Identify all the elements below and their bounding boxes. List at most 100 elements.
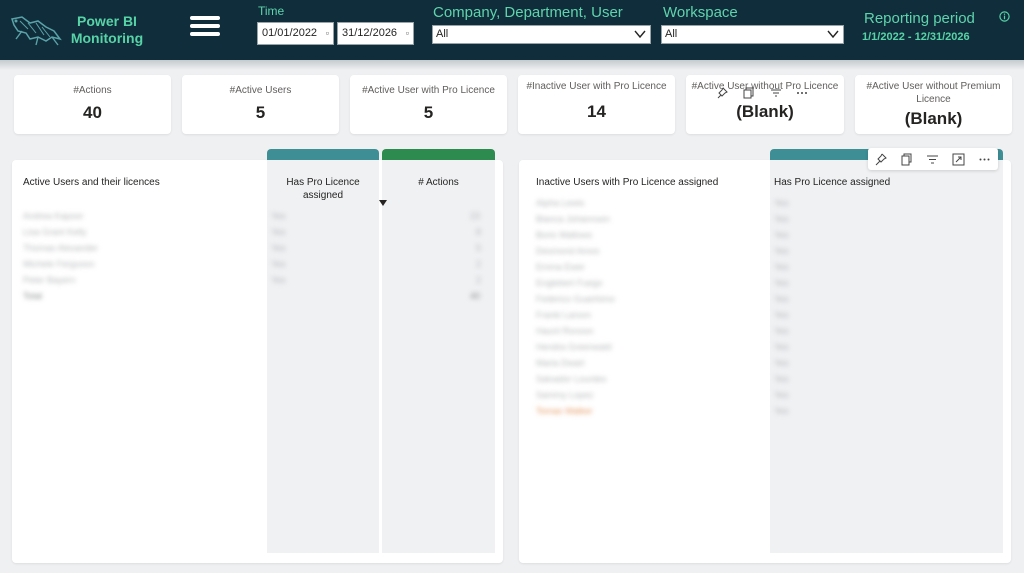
active-users-table[interactable]: Active Users and their licences Has Pro … xyxy=(12,149,503,563)
company-slicer-label: Company, Department, User xyxy=(433,4,623,21)
kpi-title: #Active User with Pro Licence xyxy=(362,85,495,96)
reporting-period-label: Reporting period xyxy=(864,10,975,27)
actions-header[interactable]: # Actions xyxy=(382,176,495,189)
kpi-card-active-without-pro[interactable]: #Active User without Pro Licence (Blank) xyxy=(686,75,844,134)
pro-licence-cell: Yes xyxy=(774,294,789,304)
inactive-users-header[interactable]: Inactive Users with Pro Licence assigned xyxy=(536,176,718,189)
kpi-card-active-pro[interactable]: #Active User with Pro Licence 5 xyxy=(350,75,507,134)
date-from-value: 01/01/2022 xyxy=(262,27,318,39)
more-options-icon[interactable] xyxy=(978,153,991,166)
visual-header-toolbar xyxy=(868,148,998,170)
brand-title: Power BI Monitoring xyxy=(68,13,146,47)
workspace-dropdown[interactable]: All xyxy=(661,25,844,44)
actions-cell: 2 xyxy=(476,259,482,269)
kpi-card-inactive-pro[interactable]: #Inactive User with Pro Licence 14 xyxy=(518,75,675,134)
sort-desc-icon[interactable] xyxy=(379,200,387,206)
user-name-cell: Andrea Kapoor xyxy=(23,211,84,221)
kpi-card-active-without-premium[interactable]: #Active User without Premium Licence (Bl… xyxy=(855,75,1012,134)
user-name-cell: Lisa Grant Kelly xyxy=(23,227,87,237)
pro-licence-cell: Yes xyxy=(271,211,286,221)
visual-header-overlay xyxy=(686,83,844,99)
pro-licence-cell: Yes xyxy=(774,358,789,368)
actions-cell: 23 xyxy=(470,211,481,221)
kpi-title: #Actions xyxy=(73,85,112,96)
calendar-icon[interactable]: ▫ xyxy=(406,28,409,38)
pin-icon[interactable] xyxy=(874,153,887,166)
user-name-cell: Tomas Walker xyxy=(536,406,593,416)
user-name-cell: Michele Ferguson xyxy=(23,259,95,269)
report-canvas: Power BI Monitoring Time 01/01/2022 ▫ 31… xyxy=(0,0,1024,573)
pro-licence-cell: Yes xyxy=(271,259,286,269)
kpi-value: 40 xyxy=(83,103,102,122)
kpi-card-active-users[interactable]: #Active Users 5 xyxy=(182,75,339,134)
user-name-cell: Franki Larson xyxy=(536,310,592,320)
pro-licence-cell: Yes xyxy=(271,243,286,253)
total-actions-cell: 40 xyxy=(470,291,481,301)
pro-licence-column xyxy=(770,160,1003,553)
pro-licence-cell: Yes xyxy=(774,390,789,400)
user-name-cell: Maria Dwart xyxy=(536,358,585,368)
user-name-cell: Federico Guanhimo xyxy=(536,294,616,304)
report-header: Power BI Monitoring Time 01/01/2022 ▫ 31… xyxy=(0,0,1024,60)
kpi-value: 5 xyxy=(255,103,266,122)
focus-mode-icon[interactable] xyxy=(952,153,965,166)
filter-icon[interactable] xyxy=(770,87,782,99)
kpi-value: (Blank) xyxy=(736,102,794,121)
user-name-cell: Sammy Lopez xyxy=(536,390,594,400)
pro-licence-cell: Yes xyxy=(774,326,789,336)
user-name-cell: Hendra Greenwald xyxy=(536,342,612,352)
user-name-cell: Bianca Johannsen xyxy=(536,214,611,224)
inactive-users-table[interactable]: Inactive Users with Pro Licence assigned… xyxy=(519,149,1011,563)
user-name-cell: Alpha Lewis xyxy=(536,198,585,208)
pro-licence-cell: Yes xyxy=(774,246,789,256)
kpi-title: #Inactive User with Pro Licence xyxy=(526,81,667,92)
user-name-cell: Thomas Alexander xyxy=(23,243,99,253)
actions-cell: 2 xyxy=(476,275,482,285)
lizard-logo-icon xyxy=(11,16,62,46)
more-options-icon[interactable] xyxy=(796,87,808,99)
kpi-value: 5 xyxy=(423,103,434,122)
pro-licence-cell: Yes xyxy=(774,230,789,240)
user-name-cell: Desmond Amos xyxy=(536,246,600,256)
reporting-period-value: 1/1/2022 - 12/31/2026 xyxy=(862,31,970,43)
pro-licence-cell: Yes xyxy=(774,278,789,288)
chevron-down-icon xyxy=(827,30,839,39)
header-shadow xyxy=(0,60,1024,70)
user-name-cell: Salvador Lourdes xyxy=(536,374,607,384)
date-from-input[interactable]: 01/01/2022 ▫ xyxy=(257,22,334,45)
kpi-value: (Blank) xyxy=(904,109,963,128)
pro-licence-cell: Yes xyxy=(774,262,789,272)
time-slicer-label: Time xyxy=(258,4,285,18)
chevron-down-icon xyxy=(634,30,646,39)
pro-licence-cell: Yes xyxy=(774,214,789,224)
pro-licence-cell: Yes xyxy=(774,198,789,208)
copy-icon[interactable] xyxy=(743,87,755,99)
actions-cell: 8 xyxy=(476,227,482,237)
pro-licence-cell: Yes xyxy=(774,406,789,416)
calendar-icon[interactable]: ▫ xyxy=(326,28,329,38)
pro-licence-header[interactable]: Has Pro Licence assigned xyxy=(774,176,890,189)
pro-licence-cell: Yes xyxy=(271,275,286,285)
pro-licence-cell: Yes xyxy=(271,227,286,237)
date-to-input[interactable]: 31/12/2026 ▫ xyxy=(337,22,414,45)
company-dropdown[interactable]: All xyxy=(432,25,651,44)
hamburger-menu-icon[interactable] xyxy=(190,16,220,40)
copy-icon[interactable] xyxy=(900,153,913,166)
pin-icon[interactable] xyxy=(716,87,728,99)
active-users-header[interactable]: Active Users and their licences xyxy=(23,176,160,189)
brand-line-1: Power BI xyxy=(77,13,137,29)
pro-licence-header[interactable]: Has Pro Licence assigned xyxy=(279,176,367,202)
user-name-cell: Boris Wallows xyxy=(536,230,593,240)
workspace-slicer-label: Workspace xyxy=(663,4,738,21)
brand-line-2: Monitoring xyxy=(70,30,144,46)
info-icon[interactable] xyxy=(999,11,1010,22)
actions-cell: 5 xyxy=(476,243,482,253)
filter-icon[interactable] xyxy=(926,153,939,166)
date-to-value: 31/12/2026 xyxy=(342,27,398,39)
total-label: Total xyxy=(23,291,43,301)
user-name-cell: Peter Bayern xyxy=(23,275,76,285)
kpi-card-actions[interactable]: #Actions 40 xyxy=(14,75,171,134)
kpi-title: #Active User without Premium Licence xyxy=(866,81,1001,105)
user-name-cell: Haunt Ronson xyxy=(536,326,594,336)
kpi-value: 14 xyxy=(587,102,606,121)
